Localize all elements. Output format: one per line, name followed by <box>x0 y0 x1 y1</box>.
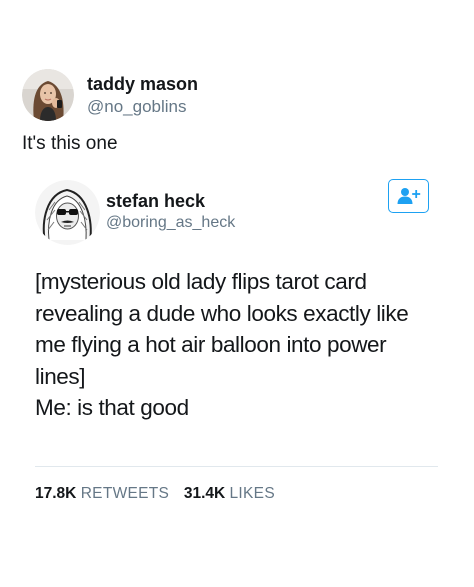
author-handle[interactable]: @no_goblins <box>87 97 187 117</box>
likes-label: LIKES <box>229 485 275 502</box>
quoted-author-name[interactable]: stefan heck <box>106 191 205 211</box>
divider <box>35 466 438 467</box>
retweets-stat[interactable]: 17.8K RETWEETS <box>35 485 174 502</box>
tweet-text: It's this one <box>22 133 118 154</box>
add-user-icon <box>397 188 420 204</box>
likes-count: 31.4K <box>183 485 226 502</box>
follow-button[interactable] <box>388 179 429 213</box>
retweets-label: RETWEETS <box>80 485 170 502</box>
tweet-text-line: me flying a hot air balloon into power <box>35 332 387 357</box>
quoted-author-handle[interactable]: @boring_as_heck <box>106 213 235 233</box>
tweet-text-line: Me: is that good <box>35 395 189 420</box>
tweet-stats: 17.8K RETWEETS 31.4K LIKES <box>35 484 275 504</box>
tweet-text-line: revealing a dude who looks exactly like <box>35 300 409 326</box>
quoted-tweet-text: [mysterious old lady flips tarot card re… <box>35 266 455 424</box>
user-photo-avatar-icon <box>22 69 74 121</box>
tweet-text-line: lines] <box>35 363 86 389</box>
likes-stat[interactable]: 31.4K LIKES <box>184 485 275 502</box>
author-name[interactable]: taddy mason <box>87 74 198 94</box>
tweet-text-line: [mysterious old lady flips tarot card <box>35 269 367 294</box>
avatar[interactable] <box>22 69 74 121</box>
tweet-screenshot: taddy mason @no_goblins It's this one st… <box>0 0 474 587</box>
retweets-count: 17.8K <box>35 485 77 502</box>
sketch-portrait-avatar-icon <box>35 180 100 245</box>
quoted-avatar[interactable] <box>35 180 100 245</box>
